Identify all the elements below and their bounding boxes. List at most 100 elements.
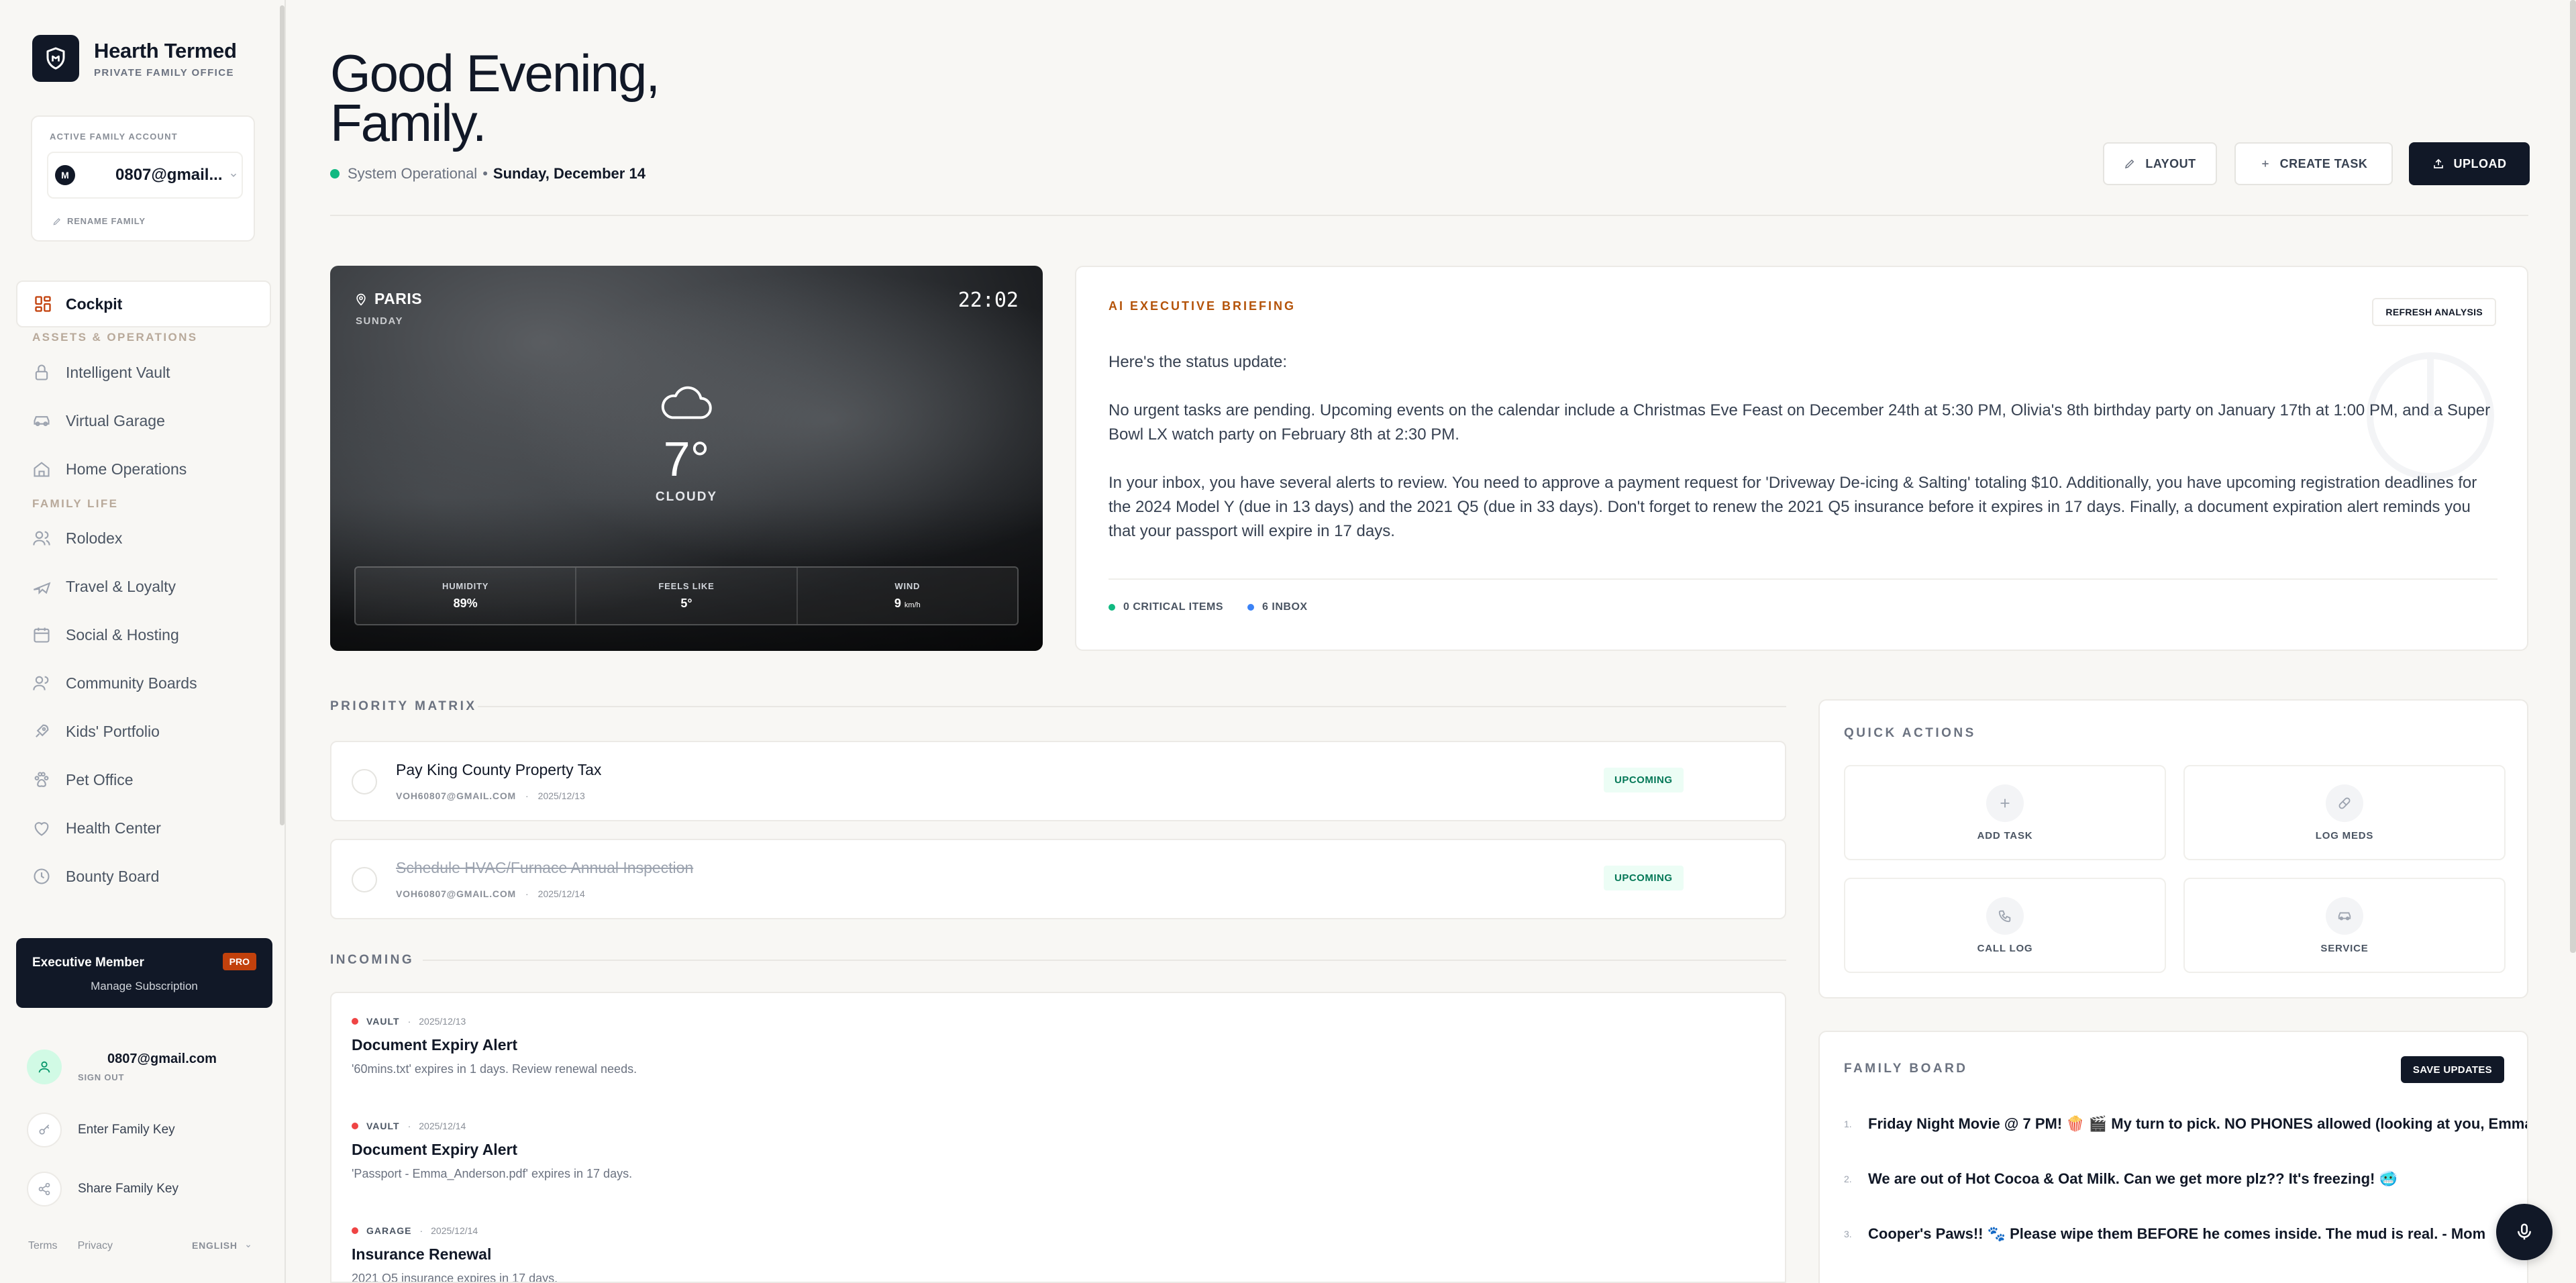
incoming-item[interactable]: VAULT · 2025/12/14 Document Expiry Alert… [352, 1121, 632, 1181]
status-dot [1109, 604, 1115, 611]
nav-item-health-center[interactable]: Health Center [32, 815, 161, 841]
incoming-date: 2025/12/14 [419, 1121, 466, 1131]
main-scrollbar[interactable] [2570, 0, 2576, 953]
wind-value: 9 km/h [894, 597, 921, 611]
create-task-label: CREATE TASK [2280, 157, 2368, 171]
service-action[interactable]: SERVICE [2183, 878, 2506, 973]
add-task-action[interactable]: ADD TASK [1844, 765, 2166, 860]
nav-item-bounty-board[interactable]: Bounty Board [32, 863, 159, 890]
board-item-number: 1. [1844, 1119, 1853, 1129]
share-family-key-label: Share Family Key [78, 1182, 178, 1196]
account-email: 0807@gmail... [115, 166, 226, 185]
language-selector[interactable]: ENGLISH [192, 1240, 252, 1251]
nav-label: Pet Office [66, 771, 134, 789]
weather-time: 22:02 [958, 289, 1019, 312]
briefing-stats: 0 CRITICAL ITEMS 6 INBOX [1109, 601, 1308, 613]
nav-item-cockpit[interactable]: Cockpit [16, 280, 271, 327]
brand-name: Hearth Termed [94, 39, 237, 63]
service-label: SERVICE [2320, 943, 2368, 954]
car-icon [32, 411, 51, 430]
task-card[interactable]: Schedule HVAC/Furnace Annual Inspection … [330, 839, 1786, 919]
nav-item-virtual-garage[interactable]: Virtual Garage [32, 407, 165, 434]
alert-dot [352, 1227, 358, 1234]
nav-item-travel-loyalty[interactable]: Travel & Loyalty [32, 573, 176, 600]
briefing-paragraph: Here's the status update: [1109, 350, 2497, 374]
nav-label: Health Center [66, 819, 161, 837]
city-name: PARIS [374, 290, 422, 308]
nav-item-rolodex[interactable]: Rolodex [32, 525, 122, 552]
task-checkbox[interactable] [352, 867, 377, 892]
briefing-divider [1109, 578, 2497, 580]
privacy-link[interactable]: Privacy [78, 1240, 113, 1252]
pill-icon [2326, 784, 2363, 822]
call-log-action[interactable]: CALL LOG [1844, 878, 2166, 973]
board-item[interactable]: 1. Friday Night Movie @ 7 PM! 🍿 🎬 My tur… [1844, 1115, 2528, 1133]
task-card[interactable]: Pay King County Property Tax VOH60807@GM… [330, 741, 1786, 821]
meta-separator: · [408, 1016, 411, 1027]
rename-family-button[interactable]: RENAME FAMILY [52, 216, 146, 226]
plus-icon [1986, 784, 2024, 822]
user-profile[interactable]: 0807@gmail.com SIGN OUT [27, 1049, 217, 1084]
status-badge: UPCOMING [1604, 866, 1684, 890]
status-dot [1247, 604, 1254, 611]
board-item[interactable]: 3. Cooper's Paws!! 🐾 Please wipe them BE… [1844, 1225, 2485, 1243]
save-updates-button[interactable]: SAVE UPDATES [2401, 1056, 2504, 1083]
incoming-item[interactable]: VAULT · 2025/12/13 Document Expiry Alert… [352, 1016, 637, 1076]
alert-dot [352, 1123, 358, 1129]
nav-item-social-hosting[interactable]: Social & Hosting [32, 621, 179, 648]
weather-stats: HUMIDITY 89% FEELS LIKE 5° WIND 9 km/h [354, 566, 1019, 625]
task-checkbox[interactable] [352, 769, 377, 794]
nav-item-community-boards[interactable]: Community Boards [32, 670, 197, 697]
nav-label: Bounty Board [66, 868, 159, 886]
critical-items-label: 0 CRITICAL ITEMS [1123, 601, 1223, 613]
incoming-title: Insurance Renewal [352, 1245, 558, 1264]
heart-icon [32, 819, 51, 837]
sidebar-scrollbar[interactable] [280, 5, 285, 825]
nav-item-home-operations[interactable]: Home Operations [32, 456, 187, 482]
chevron-down-icon [229, 170, 238, 180]
voice-assistant-button[interactable] [2496, 1204, 2553, 1260]
incoming-category: GARAGE [366, 1225, 411, 1236]
account-selector[interactable]: M 0807@gmail... [47, 152, 243, 199]
nav-item-pet-office[interactable]: Pet Office [32, 766, 134, 793]
manage-subscription-link[interactable]: Manage Subscription [16, 980, 272, 993]
create-task-button[interactable]: CREATE TASK [2234, 142, 2393, 185]
critical-items-tag[interactable]: 0 CRITICAL ITEMS [1109, 601, 1223, 613]
incoming-description: 2021 Q5 insurance expires in 17 days. [352, 1272, 558, 1283]
humidity-label: HUMIDITY [442, 581, 488, 591]
terms-link[interactable]: Terms [28, 1240, 58, 1252]
rename-family-label: RENAME FAMILY [67, 216, 146, 226]
wind-label: WIND [894, 581, 920, 591]
sign-out-button[interactable]: SIGN OUT [78, 1072, 217, 1082]
upload-button[interactable]: UPLOAD [2409, 142, 2530, 185]
paw-icon [32, 770, 51, 789]
share-family-key-button[interactable]: Share Family Key [27, 1172, 178, 1207]
enter-family-key-button[interactable]: Enter Family Key [27, 1113, 175, 1147]
pencil-icon [52, 217, 62, 226]
nav-item-intelligent-vault[interactable]: Intelligent Vault [32, 359, 170, 386]
board-item[interactable]: 2. We are out of Hot Cocoa & Oat Milk. C… [1844, 1170, 2398, 1188]
chevron-down-icon [245, 1243, 252, 1249]
briefing-paragraph: No urgent tasks are pending. Upcoming ev… [1109, 399, 2497, 447]
incoming-item[interactable]: GARAGE · 2025/12/14 Insurance Renewal 20… [352, 1225, 558, 1283]
log-meds-action[interactable]: LOG MEDS [2183, 765, 2506, 860]
task-date: 2025/12/14 [538, 888, 585, 899]
nav-label: Rolodex [66, 529, 122, 548]
phone-icon [1986, 897, 2024, 935]
users-icon [32, 529, 51, 548]
grid-icon [34, 295, 52, 313]
incoming-description: '60mins.txt' expires in 1 days. Review r… [352, 1062, 637, 1076]
weather-temperature: 7° [330, 432, 1043, 487]
nav-label: Virtual Garage [66, 412, 165, 430]
task-title: Pay King County Property Tax [396, 761, 601, 779]
nav-label: Social & Hosting [66, 626, 179, 644]
status-text: System Operational [348, 165, 477, 183]
pro-badge: PRO [223, 953, 256, 970]
layout-button[interactable]: LAYOUT [2103, 142, 2217, 185]
call-log-label: CALL LOG [1977, 943, 2033, 954]
inbox-tag[interactable]: 6 INBOX [1247, 601, 1308, 613]
refresh-analysis-button[interactable]: REFRESH ANALYSIS [2372, 298, 2496, 326]
nav-item-kids-portfolio[interactable]: Kids' Portfolio [32, 718, 160, 745]
ai-briefing-card: AI EXECUTIVE BRIEFING REFRESH ANALYSIS H… [1075, 266, 2528, 651]
membership-card[interactable]: Executive Member PRO Manage Subscription [16, 938, 272, 1008]
